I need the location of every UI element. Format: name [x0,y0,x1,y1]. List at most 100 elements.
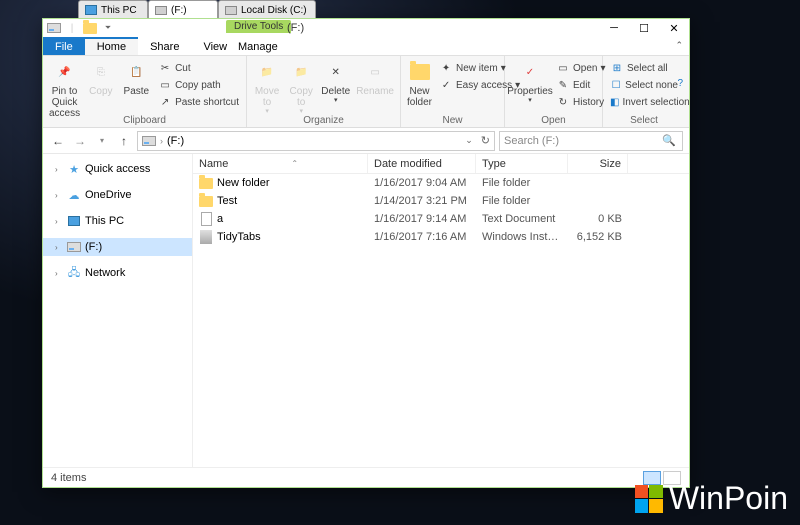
recent-dropdown[interactable]: ▾ [93,136,111,145]
file-date: 1/14/2017 3:21 PM [368,195,476,207]
file-name: Test [217,195,237,207]
file-date: 1/16/2017 9:04 AM [368,177,476,189]
file-type: File folder [476,177,568,189]
file-row[interactable]: Test1/14/2017 3:21 PMFile folder [193,192,689,210]
file-name: New folder [217,177,270,189]
tab-label: Local Disk (C:) [241,5,307,16]
tab-drive-f[interactable]: (F:) [148,0,218,18]
paste-shortcut-button[interactable]: ↗Paste shortcut [155,94,242,110]
sort-asc-icon: ⌃ [291,159,298,168]
column-size[interactable]: Size [568,154,628,173]
path-icon: ▭ [158,78,172,92]
qat-dropdown-icon[interactable]: ⏷ [101,21,115,35]
file-size: 0 KB [568,213,628,225]
group-label: Clipboard [43,115,246,126]
invert-icon: ◧ [610,95,619,109]
copy-to-button[interactable]: 📁Copy to▾ [285,58,317,118]
close-button[interactable]: ✕ [659,19,689,37]
drive-icon [142,136,156,146]
nav-drive-f[interactable]: ›(F:) [43,238,192,256]
new-folder-button[interactable]: New folder [405,58,434,110]
select-none-icon: ☐ [610,78,622,92]
ribbon-tab-share[interactable]: Share [138,37,191,55]
computer-icon [85,5,97,15]
search-field[interactable]: Search (F:) 🔍 [499,131,683,151]
column-date[interactable]: Date modified [368,154,476,173]
edit-button[interactable]: ✎Edit [553,77,609,93]
file-list: Name⌃ Date modified Type Size New folder… [193,154,689,467]
file-name: TidyTabs [217,231,261,243]
network-icon: 🖧 [67,266,81,280]
drive-icon [225,6,237,15]
paste-icon: 📋 [124,60,148,84]
file-name: a [217,213,223,225]
msi-icon [199,230,213,244]
search-icon[interactable]: 🔍 [662,134,676,147]
forward-button[interactable]: → [71,134,89,148]
collapse-ribbon-icon[interactable]: ⌃ [675,40,683,51]
computer-icon [67,214,81,228]
file-row[interactable]: New folder 1/16/2017 9:04 AMFile folder [193,174,689,192]
history-icon: ↻ [556,95,570,109]
move-to-button[interactable]: 📁Move to▾ [251,58,283,118]
nav-network[interactable]: ›🖧Network [43,264,192,282]
ribbon-tab-home[interactable]: Home [85,37,138,55]
copy-button[interactable]: ⎘Copy [84,58,117,99]
copy-path-button[interactable]: ▭Copy path [155,77,242,93]
folder-icon[interactable] [83,21,97,35]
history-button[interactable]: ↻History [553,94,609,110]
open-button[interactable]: ▭Open ▾ [553,60,609,76]
shortcut-icon: ↗ [158,95,172,109]
ribbon-group-clipboard: 📌Pin to Quick access ⎘Copy 📋Paste ✂Cut ▭… [43,56,247,127]
ribbon-group-organize: 📁Move to▾ 📁Copy to▾ ✕Delete▾ ▭Rename Org… [247,56,401,127]
drive-tools-badge: Drive Tools [226,20,291,33]
delete-button[interactable]: ✕Delete▾ [319,58,352,107]
drive-icon [155,6,167,15]
file-row[interactable]: a1/16/2017 9:14 AMText Document0 KB [193,210,689,228]
file-row[interactable]: TidyTabs1/16/2017 7:16 AMWindows Install… [193,228,689,246]
tab-this-pc[interactable]: This PC [78,0,148,18]
chevron-icon: › [55,165,63,174]
column-name[interactable]: Name⌃ [193,154,368,173]
move-icon: 📁 [255,60,279,84]
pin-to-quick-access-button[interactable]: 📌Pin to Quick access [47,58,82,121]
drive-icon [67,240,81,254]
maximize-button[interactable]: ☐ [629,19,659,37]
easy-access-icon: ✓ [439,78,453,92]
tab-local-disk-c[interactable]: Local Disk (C:) [218,0,316,18]
select-all-icon: ⊞ [610,61,624,75]
cut-icon: ✂ [158,61,172,75]
nav-onedrive[interactable]: ›☁OneDrive [43,186,192,204]
dropdown-icon[interactable]: ⌄ [465,135,473,146]
rename-button[interactable]: ▭Rename [354,58,396,99]
properties-button[interactable]: ✓Properties▾ [509,58,551,107]
ribbon-tab-file[interactable]: File [43,37,85,55]
minimize-button[interactable]: ─ [599,19,629,37]
delete-icon: ✕ [324,60,348,84]
select-none-button[interactable]: ☐Select none [607,77,681,93]
chevron-icon: › [55,269,63,278]
chevron-icon: › [55,191,63,200]
back-button[interactable]: ← [49,134,67,148]
select-all-button[interactable]: ⊞Select all [607,60,681,76]
nav-quick-access[interactable]: ›★Quick access [43,160,192,178]
chevron-icon: › [55,243,63,252]
file-rows: New folder 1/16/2017 9:04 AMFile folder Te… [193,174,689,467]
cut-button[interactable]: ✂Cut [155,60,242,76]
statusbar: 4 items [43,467,689,487]
quick-access-toolbar: | ⏷ [47,21,115,35]
refresh-icon[interactable]: ↻ [477,134,490,147]
column-type[interactable]: Type [476,154,568,173]
paste-button[interactable]: 📋Paste [120,58,153,99]
group-label: New [401,115,504,126]
column-headers: Name⌃ Date modified Type Size [193,154,689,174]
folder-icon [199,176,213,190]
address-field[interactable]: › (F:) ⌄ ↻ [137,131,495,151]
search-placeholder: Search (F:) [504,135,559,147]
up-button[interactable]: ↑ [115,134,133,148]
nav-this-pc[interactable]: ›This PC [43,212,192,230]
group-label: Organize [247,115,400,126]
invert-selection-button[interactable]: ◧Invert selection [607,94,681,110]
new-item-icon: ✦ [439,61,453,75]
ribbon-tab-manage[interactable]: Manage [226,37,290,55]
